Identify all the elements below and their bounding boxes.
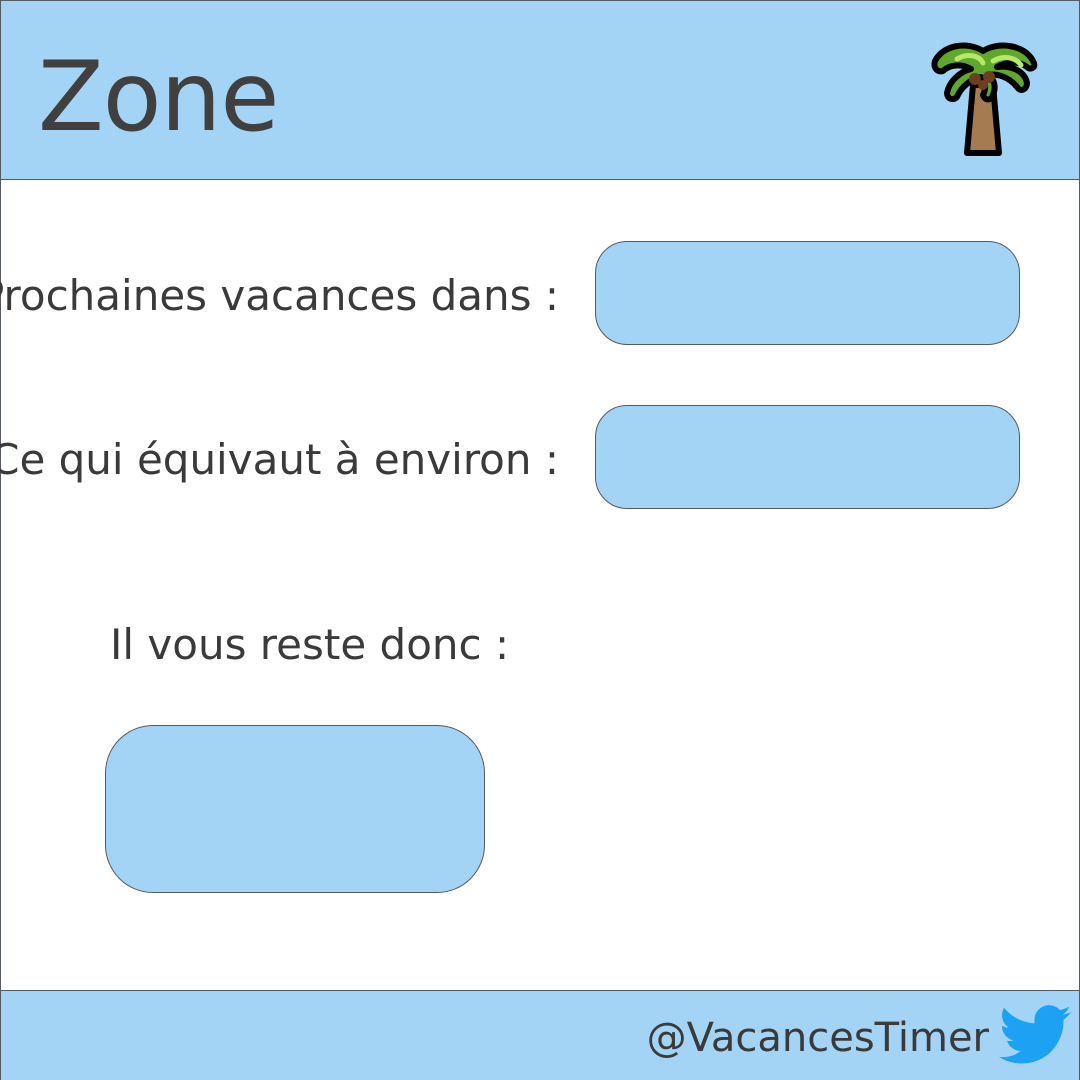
zone-title: Zone xyxy=(38,41,279,153)
header-bar: Zone xyxy=(1,1,1079,180)
twitter-handle[interactable]: @VacancesTimer xyxy=(647,1013,989,1063)
remaining-label: Il vous reste donc : xyxy=(110,620,510,669)
next-holidays-value-box xyxy=(595,241,1020,345)
approx-label: Ce qui équivaut à environ : xyxy=(0,435,559,484)
card: Zone Prochaines vacances dans : Ce qui é… xyxy=(0,0,1080,1080)
footer-bar: @VacancesTimer xyxy=(1,990,1079,1080)
next-holidays-label: Prochaines vacances dans : xyxy=(0,271,559,320)
remaining-value-box xyxy=(105,725,485,893)
palm-tree-icon xyxy=(931,42,1038,156)
approx-value-box xyxy=(595,405,1020,509)
twitter-bird-icon[interactable] xyxy=(999,1005,1071,1065)
